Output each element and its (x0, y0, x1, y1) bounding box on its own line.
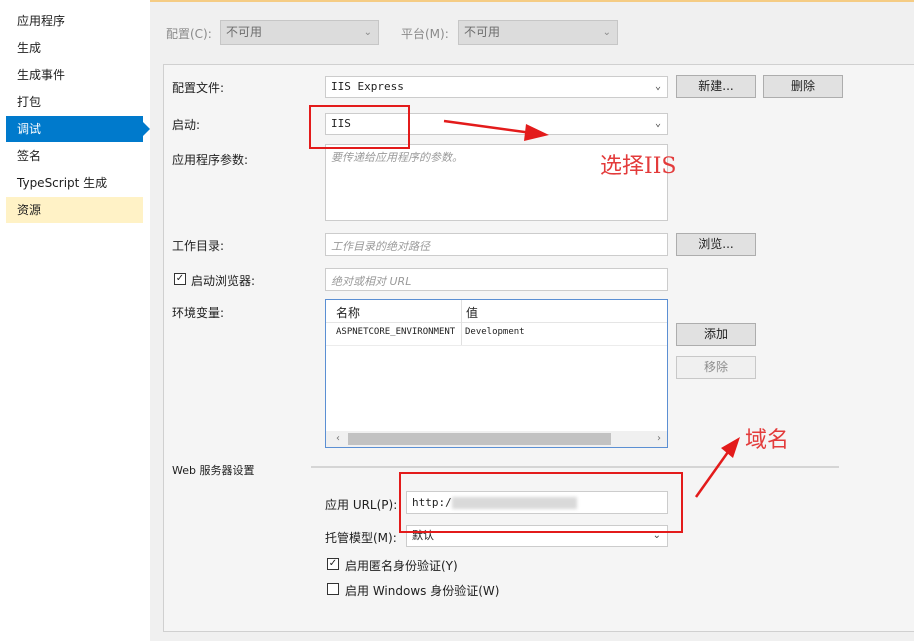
platform-value: 不可用 (464, 25, 501, 39)
platform-select[interactable]: 不可用 ⌄ (458, 20, 618, 45)
app-url-label: 应用 URL(P): (325, 498, 398, 512)
sidebar-item-build[interactable]: 生成 (6, 35, 143, 61)
env-var-value[interactable]: Development (465, 327, 525, 337)
app-args-label: 应用程序参数: (172, 153, 249, 167)
table-header: 名称 值 (326, 300, 667, 323)
scroll-right-icon[interactable]: › (657, 431, 661, 447)
hosting-model-label: 托管模型(M): (325, 531, 397, 545)
env-vars-label: 环境变量: (172, 306, 225, 320)
browse-button[interactable]: 浏览... (676, 233, 756, 256)
chevron-down-icon: ⌄ (602, 27, 611, 38)
column-header-value[interactable]: 值 (466, 304, 478, 321)
windows-auth-label: 启用 Windows 身份验证(W) (345, 584, 500, 598)
section-divider (311, 466, 839, 468)
column-header-name[interactable]: 名称 (336, 304, 360, 321)
profile-select[interactable]: IIS Express ⌄ (325, 76, 668, 98)
chevron-down-icon: ⌄ (654, 81, 661, 92)
config-value: 不可用 (226, 25, 263, 39)
platform-label: 平台(M): (401, 27, 449, 41)
horizontal-scrollbar[interactable]: ‹ › (326, 431, 667, 447)
working-dir-label: 工作目录: (172, 239, 225, 253)
env-vars-table: 名称 值 ASPNETCORE_ENVIRONMENT Development … (325, 299, 668, 448)
profile-value: IIS Express (331, 80, 404, 93)
delete-profile-button[interactable]: 删除 (763, 75, 843, 98)
web-server-settings-heading: Web 服务器设置 (172, 464, 255, 477)
sidebar-item-package[interactable]: 打包 (6, 89, 143, 115)
scroll-left-icon[interactable]: ‹ (336, 431, 340, 447)
top-accent-line (150, 0, 914, 2)
chevron-down-icon: ⌄ (654, 118, 661, 129)
annotation-choose-iis: 选择IIS (600, 154, 677, 179)
new-profile-button[interactable]: 新建... (676, 75, 756, 98)
scrollbar-thumb[interactable] (348, 433, 611, 445)
launch-browser-checkbox[interactable]: ✓ (174, 273, 186, 285)
launch-highlight-box (309, 105, 410, 149)
profile-label: 配置文件: (172, 81, 225, 95)
sidebar-item-typescript-build[interactable]: TypeScript 生成 (6, 170, 143, 196)
anonymous-auth-label: 启用匿名身份验证(Y) (345, 559, 458, 573)
chevron-down-icon: ⌄ (363, 27, 372, 38)
sidebar-item-debug[interactable]: 调试 (6, 116, 150, 142)
table-row[interactable]: ASPNETCORE_ENVIRONMENT Development (326, 322, 667, 346)
sidebar-item-build-events[interactable]: 生成事件 (6, 62, 143, 88)
config-label: 配置(C): (166, 27, 212, 41)
sidebar-item-signing[interactable]: 签名 (6, 143, 143, 169)
windows-auth-checkbox[interactable] (327, 583, 339, 595)
working-dir-input[interactable]: 工作目录的绝对路径 (325, 233, 668, 256)
launch-browser-url-input[interactable]: 绝对或相对 URL (325, 268, 668, 291)
env-var-name[interactable]: ASPNETCORE_ENVIRONMENT (336, 327, 455, 337)
sidebar: 应用程序 生成 生成事件 打包 调试 签名 TypeScript 生成 资源 (0, 0, 150, 641)
remove-env-var-button[interactable]: 移除 (676, 356, 756, 379)
launch-browser-label: 启动浏览器: (191, 274, 256, 288)
url-highlight-box (399, 472, 683, 533)
anonymous-auth-checkbox[interactable]: ✓ (327, 558, 339, 570)
launch-label: 启动: (172, 118, 201, 132)
sidebar-item-application[interactable]: 应用程序 (6, 8, 143, 34)
annotation-domain: 域名 (745, 428, 790, 453)
sidebar-item-resources[interactable]: 资源 (6, 197, 143, 223)
add-env-var-button[interactable]: 添加 (676, 323, 756, 346)
config-select[interactable]: 不可用 ⌄ (220, 20, 379, 45)
